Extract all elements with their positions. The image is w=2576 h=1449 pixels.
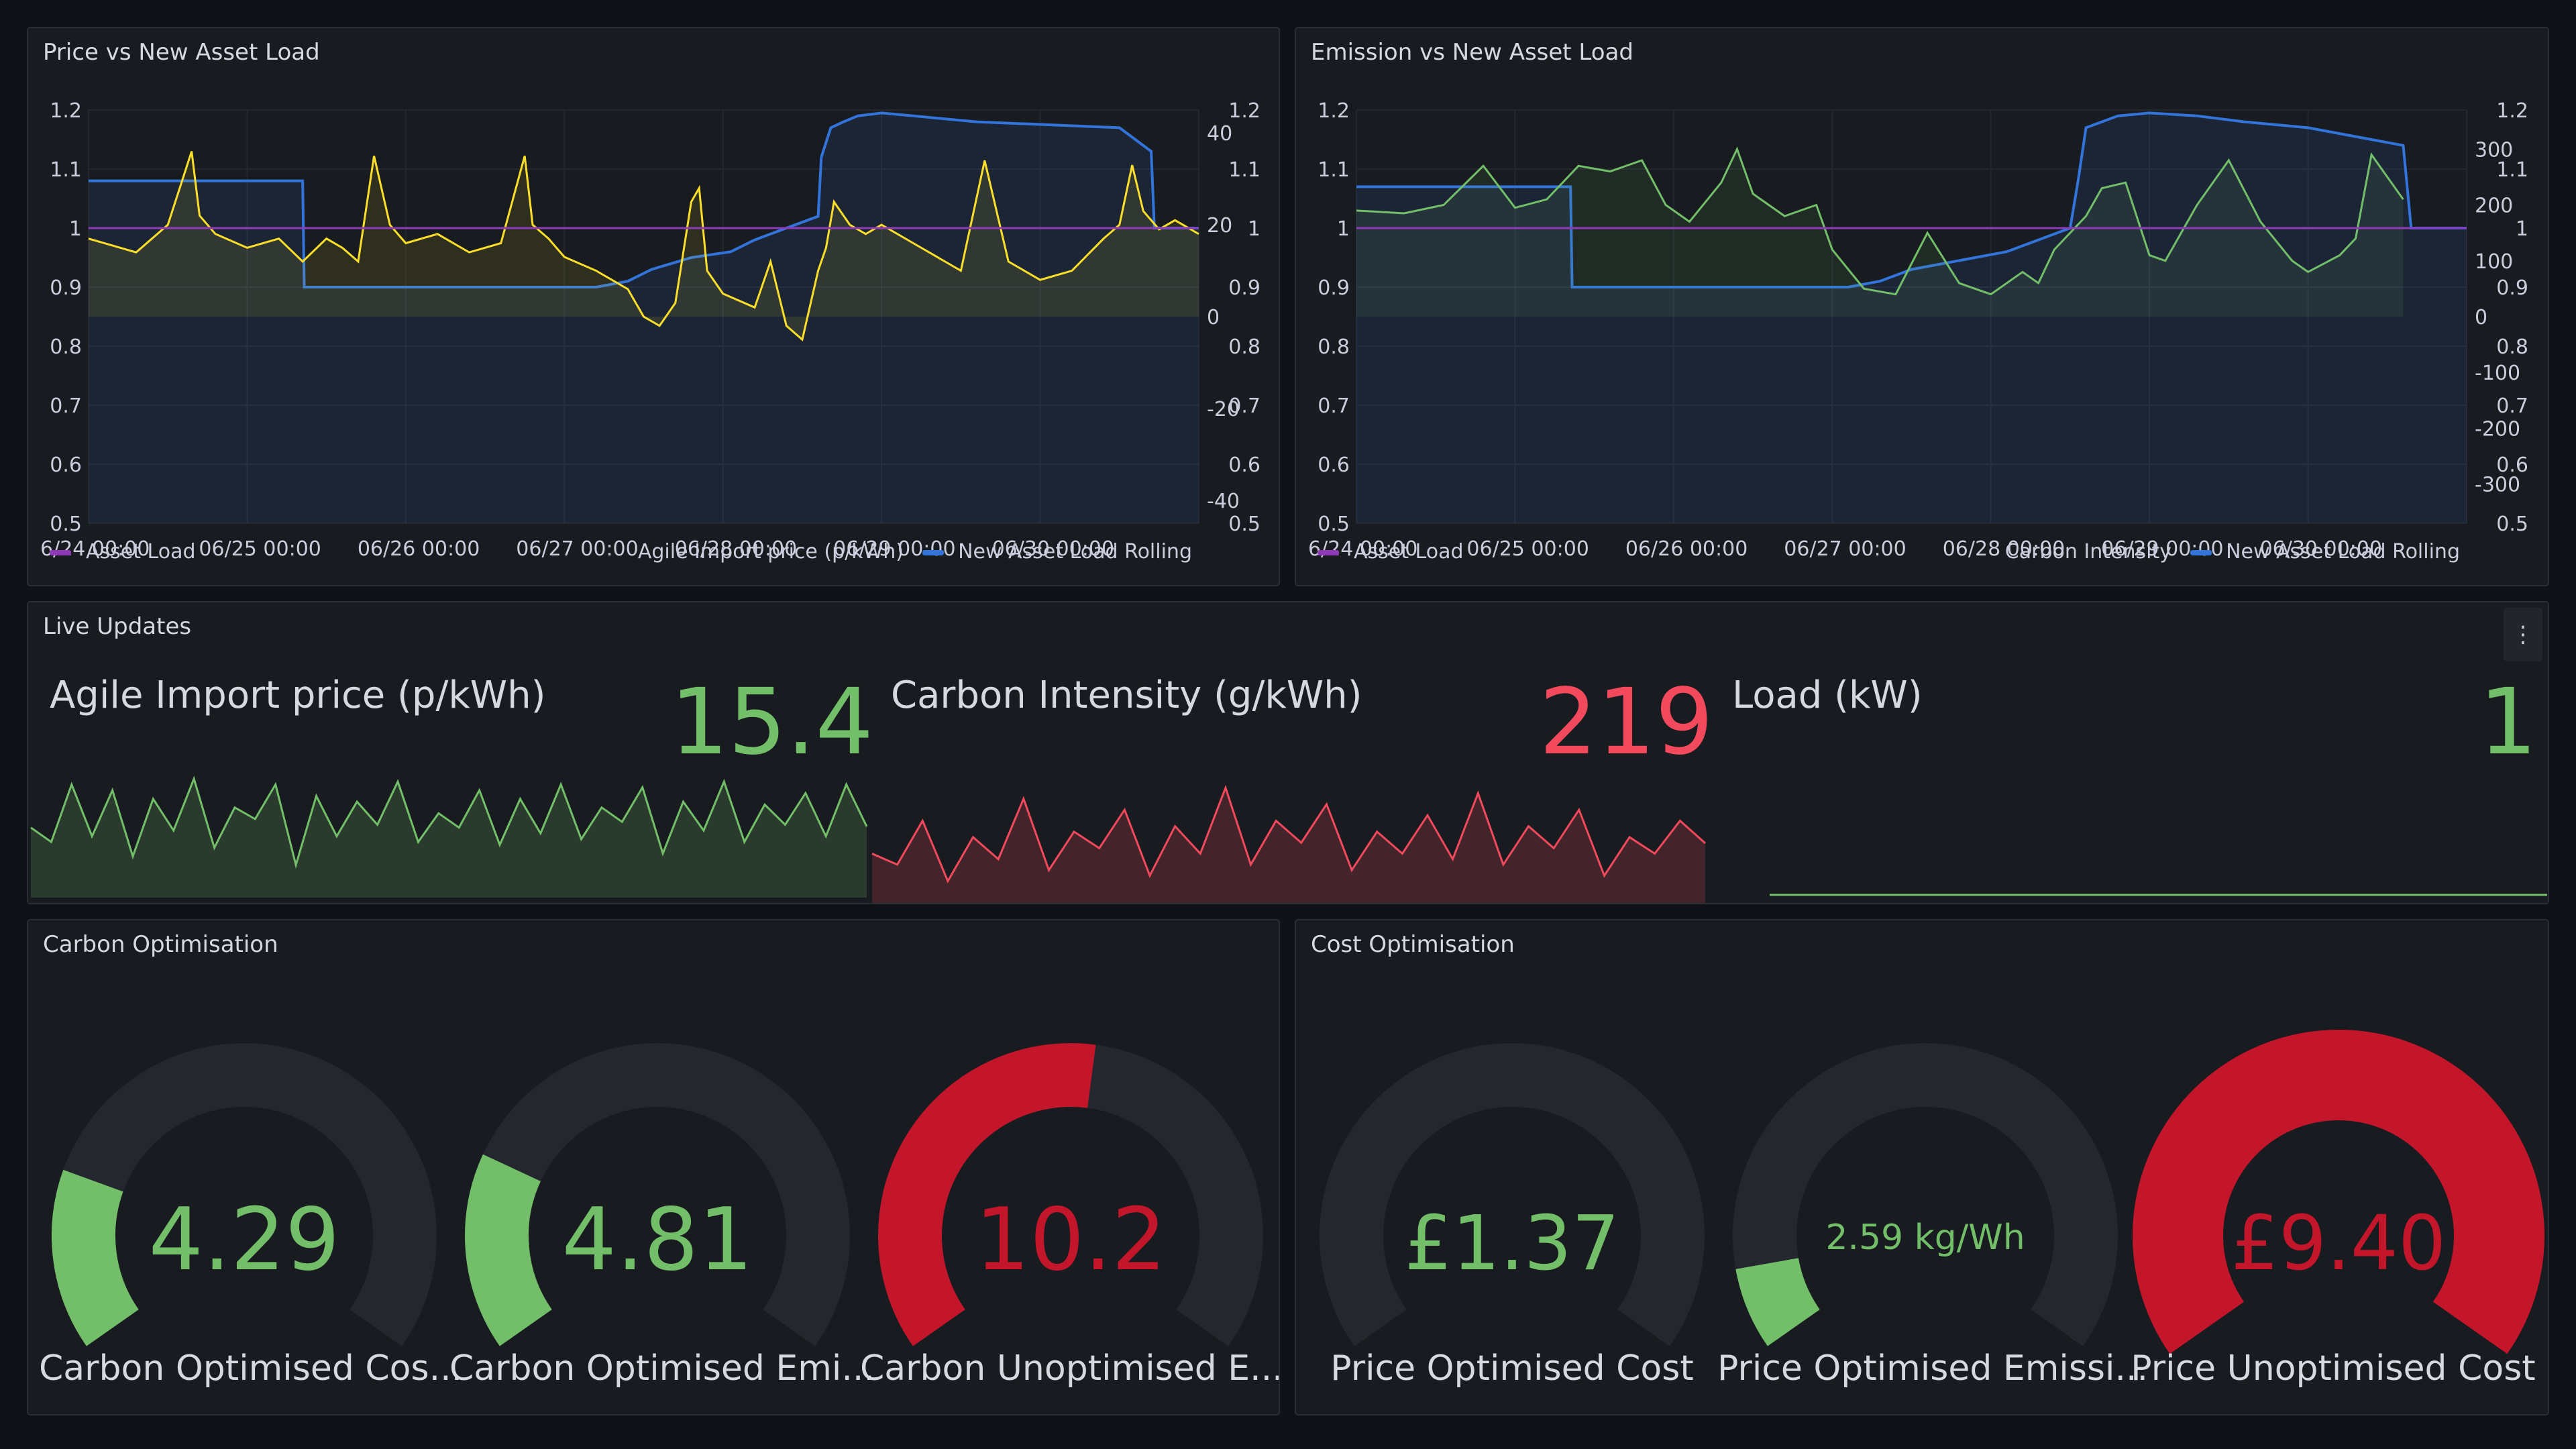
y-tick-label: 0	[1207, 306, 1220, 329]
y-tick-label: 0.8	[2496, 335, 2528, 359]
legend-swatch	[2190, 550, 2212, 555]
y-tick-label: 0.9	[1318, 276, 1350, 300]
y-tick-label: 100	[2475, 250, 2513, 274]
y-tick-label: 1.2	[1228, 99, 1260, 123]
x-tick-label: 06/27 00:00	[1784, 537, 1906, 561]
y-tick-label: 1.2	[50, 99, 82, 123]
live-updates-panel[interactable]: Live Updates ⋮ Agile Import price (p/kWh…	[27, 601, 2549, 904]
y-tick-label: 1.1	[50, 158, 82, 182]
emission-load-chart[interactable]: 1.21.110.90.80.70.60.51.21.110.90.80.70.…	[1296, 28, 2549, 586]
y-tick-label: -100	[2475, 362, 2520, 385]
cost-optimisation-panel[interactable]: Cost Optimisation £1.37 2.59 kg/Wh £9.40 P…	[1295, 919, 2549, 1415]
y-tick-label: 0.7	[1318, 394, 1350, 418]
y-tick-label: 1	[2516, 217, 2528, 241]
gauge-track	[1733, 1043, 2118, 1346]
legend-label: Agile Import price (p/kWh)	[638, 540, 904, 564]
y-tick-label: 0.9	[2496, 276, 2528, 300]
y-tick-label: -300	[2475, 474, 2520, 497]
carbon-gauges: 4.29 4.81 10.2	[52, 1043, 1263, 1346]
x-tick-label: 06/25 00:00	[1466, 537, 1589, 561]
y-tick-label: 0.7	[2496, 394, 2528, 418]
legend-label: Carbon Intensity	[2005, 540, 2171, 564]
y-tick-label: 0.8	[1228, 335, 1260, 359]
emission-vs-load-panel[interactable]: Emission vs New Asset Load 1.2 1.1 1 0.9 0.8…	[1295, 27, 2549, 586]
gauge-label: Price Optimised Emissi...	[1717, 1348, 2149, 1389]
rolling-area	[1356, 113, 2467, 523]
x-tick-label: 06/26 00:00	[1625, 537, 1748, 561]
sparklines	[30, 775, 2547, 903]
y-tick-label: 0.6	[1318, 453, 1350, 477]
sparkline-area	[872, 788, 1705, 903]
y-tick-label: 1.2	[2496, 99, 2528, 123]
y-tick-label: 0.8	[1318, 335, 1350, 359]
y-tick-label: 1	[1248, 217, 1260, 241]
gauge-fill	[52, 1169, 140, 1346]
y-tick-label: 0.8	[50, 335, 82, 359]
y-tick-label: 1.1	[1318, 158, 1350, 182]
y-tick-label: 0.6	[1228, 453, 1260, 477]
y-tick-label: 40	[1207, 122, 1232, 146]
gauge-label: Carbon Optimised Cos...	[39, 1348, 463, 1389]
y-tick-label: 0.7	[50, 394, 82, 418]
legend-swatch	[922, 550, 944, 555]
y-tick-label: 0	[2475, 306, 2487, 329]
gauge-value: 4.29	[149, 1190, 340, 1290]
y-tick-label: 300	[2475, 138, 2513, 162]
price-load-chart[interactable]: 1.21.110.90.80.70.60.51.21.110.90.80.70.…	[28, 28, 1280, 586]
y-tick-label: 1.1	[1228, 158, 1260, 182]
legend-swatch	[50, 550, 71, 555]
x-tick-label: 06/25 00:00	[199, 537, 321, 561]
gauge-value: 4.81	[562, 1190, 753, 1290]
gauge-value: £1.37	[1405, 1200, 1620, 1287]
legend-label: New Asset Load Rolling	[2226, 540, 2460, 564]
x-tick-label: 06/26 00:00	[358, 537, 480, 561]
sparkline-area	[31, 778, 867, 898]
y-tick-label: 0.9	[50, 276, 82, 300]
legend-label: Asset Load	[1354, 540, 1464, 564]
carbon-optimisation-panel[interactable]: Carbon Optimisation 4.29 4.81 10.2 Carbon …	[27, 919, 1280, 1415]
y-tick-label: 0.5	[50, 513, 82, 536]
gauge-value: 10.2	[975, 1190, 1167, 1290]
y-tick-label: 0.9	[1228, 276, 1260, 300]
y-tick-label: -40	[1207, 490, 1240, 513]
x-tick-label: 06/27 00:00	[516, 537, 638, 561]
gauge-label: Carbon Unoptimised E...	[860, 1348, 1280, 1389]
y-tick-label: -200	[2475, 417, 2520, 441]
legend-label: New Asset Load Rolling	[958, 540, 1192, 564]
y-tick-label: 1.2	[1318, 99, 1350, 123]
gauge-label: Price Optimised Cost	[1330, 1348, 1694, 1389]
y-tick-label: 20	[1207, 214, 1232, 237]
y-tick-label: 200	[2475, 195, 2513, 218]
legend-label: Asset Load	[86, 540, 196, 564]
y-tick-label: -20	[1207, 398, 1240, 421]
y-tick-label: 1	[1337, 217, 1350, 241]
rolling-area	[89, 113, 1199, 523]
y-tick-label: 0.5	[1318, 513, 1350, 536]
gauge-fill	[465, 1154, 553, 1346]
y-tick-label: 0.6	[50, 453, 82, 477]
legend-swatch	[1318, 550, 1339, 555]
gauge-fill	[1735, 1257, 1821, 1346]
gauge-label: Carbon Optimised Emi...	[449, 1348, 875, 1389]
y-tick-label: 1	[69, 217, 82, 241]
gauge-value: £9.40	[2231, 1200, 2447, 1287]
y-tick-label: 0.5	[1228, 513, 1260, 536]
gauge-label: Price Unoptimised Cost	[2131, 1348, 2536, 1389]
y-tick-label: 0.5	[2496, 513, 2528, 536]
gauge-value: 2.59 kg/Wh	[1825, 1218, 2025, 1258]
cost-gauges: £1.37 2.59 kg/Wh £9.40	[1320, 1030, 2544, 1354]
price-vs-load-panel[interactable]: Price vs New Asset Load 1.2 1.1 1 0.9 0.8 0.7…	[27, 27, 1280, 586]
